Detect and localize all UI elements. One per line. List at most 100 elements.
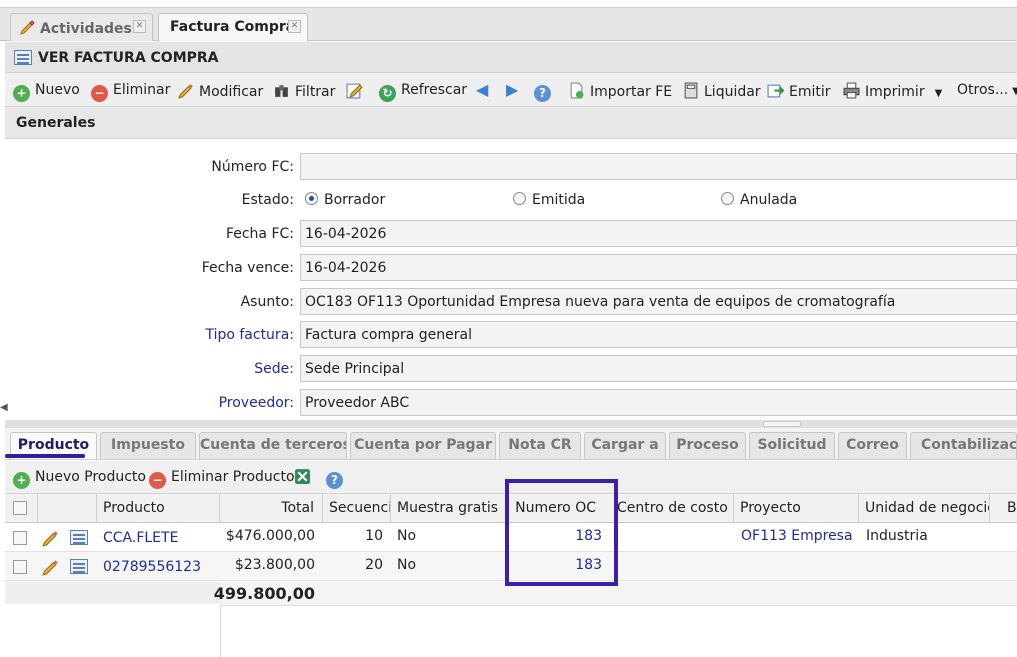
column-divider <box>220 606 221 657</box>
liquidar-button[interactable]: Liquidar <box>682 82 761 100</box>
toolbar: + Nuevo − Eliminar Modificar Filtrar ↻ Refr… <box>5 73 1017 107</box>
grid-empty-area <box>5 606 220 657</box>
tipo-factura-link[interactable]: Tipo factura: <box>205 327 294 343</box>
nuevo-producto-button[interactable]: + Nuevo Producto <box>13 469 146 489</box>
close-icon[interactable]: ✕ <box>133 20 146 33</box>
calculator-icon <box>684 82 698 99</box>
row-muestra: No <box>397 557 417 573</box>
eliminar-producto-label: Eliminar Producto <box>171 469 295 485</box>
eliminar-button[interactable]: − Eliminar <box>91 82 170 102</box>
add-icon: + <box>13 472 30 489</box>
modificar-button[interactable]: Modificar <box>177 82 263 100</box>
edit-pencil-icon[interactable] <box>41 529 59 547</box>
eliminar-producto-button[interactable]: − Eliminar Producto <box>149 469 295 489</box>
emitir-button[interactable]: Emitir <box>767 82 831 100</box>
next-button[interactable]: ▶ <box>506 80 518 99</box>
export-excel-button[interactable] <box>294 468 316 486</box>
view-form-icon[interactable] <box>70 559 88 574</box>
proveedor-field[interactable]: Proveedor ABC <box>300 389 1017 416</box>
actions-header <box>38 494 97 523</box>
splitter-handle[interactable] <box>763 421 801 427</box>
tab-actividades[interactable]: Actividades ✕ <box>10 13 153 41</box>
section-title: Generales <box>16 115 96 131</box>
asunto-field[interactable]: OC183 OF113 Oportunidad Empresa nueva pa… <box>300 288 1017 315</box>
add-icon: + <box>13 85 30 102</box>
edit-pencil-icon[interactable] <box>41 558 59 576</box>
refrescar-button[interactable]: ↻ Refrescar <box>379 82 467 102</box>
row-proyecto[interactable]: OF113 Empresa... <box>741 528 853 544</box>
arrow-right-icon: ▶ <box>506 80 519 99</box>
tab-impuesto[interactable]: Impuesto <box>100 432 196 459</box>
binoculars-icon <box>275 85 288 97</box>
remove-icon: − <box>149 472 166 489</box>
pencil-icon <box>178 84 193 99</box>
imprimir-label: Imprimir <box>865 84 925 100</box>
header-muestra-gratis[interactable]: Muestra gratis <box>391 494 508 523</box>
close-icon[interactable]: ✕ <box>288 20 301 33</box>
radio-selected-icon <box>305 192 318 205</box>
estado-anulada-label: Anulada <box>740 192 798 208</box>
imprimir-button[interactable]: Imprimir ▼ <box>843 82 942 100</box>
proveedor-link[interactable]: Proveedor: <box>219 395 294 411</box>
fecha-vence-field[interactable]: 16-04-2026 <box>300 254 1017 281</box>
window-title-bar: VER FACTURA COMPRA <box>5 42 1017 73</box>
tab-contabilizacion[interactable]: Contabilizació <box>910 432 1017 459</box>
top-strip <box>0 0 1017 8</box>
row-checkbox[interactable] <box>13 560 27 574</box>
header-total[interactable]: Total <box>220 494 323 523</box>
row-checkbox[interactable] <box>13 531 27 545</box>
dropdown-arrow-icon: ▼ <box>934 88 943 99</box>
tab-solicitud[interactable]: Solicitud <box>749 432 835 459</box>
asunto-label: Asunto: <box>240 294 294 310</box>
estado-radio-borrador[interactable]: Borrador <box>305 192 385 208</box>
radio-icon <box>721 192 734 205</box>
row-secuencia: 20 <box>365 557 383 573</box>
tab-cuenta-por-pagar[interactable]: Cuenta por Pagar <box>350 432 496 459</box>
header-centro-costo[interactable]: Centro de costo <box>615 494 734 523</box>
tipo-factura-field[interactable]: Factura compra general <box>300 321 1017 348</box>
header-producto[interactable]: Producto <box>97 494 220 523</box>
fecha-fc-field[interactable]: 16-04-2026 <box>300 220 1017 247</box>
grid-help-button[interactable]: ? <box>326 469 348 489</box>
otros-label: Otros... <box>957 82 1009 98</box>
numero-fc-field[interactable] <box>300 153 1017 180</box>
active-tab-underline <box>5 454 85 458</box>
header-unidad-negocio[interactable]: Unidad de negocio.. <box>859 494 990 523</box>
estado-label: Estado: <box>241 192 294 208</box>
view-form-icon[interactable] <box>70 530 88 545</box>
select-all-header[interactable] <box>5 494 38 523</box>
sum-total: 499.800,00 <box>213 584 315 603</box>
fecha-vence-label: Fecha vence: <box>201 260 294 276</box>
refresh-icon: ↻ <box>379 85 396 102</box>
collapse-arrow-icon[interactable]: ◀ <box>0 402 8 413</box>
estado-radio-emitida[interactable]: Emitida <box>513 192 585 208</box>
otros-button[interactable]: Otros... ▼ <box>957 82 1017 98</box>
checkbox-icon[interactable] <box>13 501 27 515</box>
row-producto[interactable]: CCA.FLETE <box>103 530 218 546</box>
tab-cargar-a[interactable]: Cargar a <box>584 432 666 459</box>
tab-correo[interactable]: Correo <box>838 432 907 459</box>
row-total: $23.800,00 <box>234 557 315 573</box>
nuevo-button[interactable]: + Nuevo <box>13 82 80 102</box>
tab-cuenta-terceros[interactable]: Cuenta de terceros <box>199 432 347 459</box>
sede-field[interactable]: Sede Principal <box>300 355 1017 382</box>
help-button[interactable]: ? <box>534 82 556 102</box>
previous-button[interactable]: ◀ <box>476 80 488 99</box>
dropdown-arrow-icon: ▼ <box>1012 86 1017 97</box>
tab-factura-compra[interactable]: Factura Compra ✕ <box>158 13 308 42</box>
header-secuencia[interactable]: Secuencia <box>323 494 391 523</box>
tab-proceso[interactable]: Proceso <box>669 432 746 459</box>
tab-nota-cr[interactable]: Nota CR <box>499 432 581 459</box>
edit-form-button[interactable] <box>346 82 368 100</box>
header-proyecto[interactable]: Proyecto <box>734 494 859 523</box>
sede-link[interactable]: Sede: <box>254 361 294 377</box>
pencil-icon <box>20 20 35 35</box>
header-ba[interactable]: Ba <box>990 494 1017 523</box>
importar-fe-button[interactable]: Importar FE <box>568 82 672 100</box>
filtrar-button[interactable]: Filtrar <box>273 82 335 100</box>
row-producto[interactable]: 02789556123 <box>103 559 218 575</box>
detail-tab-bar: Producto Impuesto Cuenta de terceros Cue… <box>5 428 1017 460</box>
estado-radio-anulada[interactable]: Anulada <box>721 192 797 208</box>
highlight-box-numero-oc <box>505 479 618 586</box>
splitter[interactable] <box>5 420 1017 428</box>
